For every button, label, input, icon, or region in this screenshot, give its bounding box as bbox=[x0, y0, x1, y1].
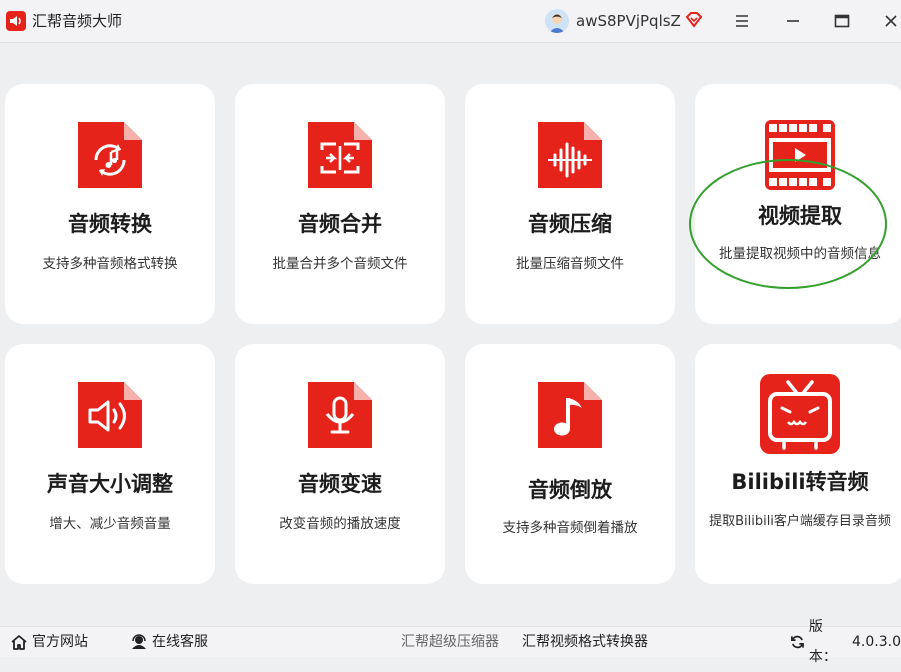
menu-icon bbox=[736, 15, 748, 27]
vip-diamond-icon[interactable] bbox=[684, 10, 704, 30]
card-title: 音频倒放 bbox=[528, 478, 612, 502]
maximize-icon bbox=[834, 14, 850, 28]
card-title: 音频变速 bbox=[298, 472, 382, 496]
close-button[interactable] bbox=[877, 7, 901, 35]
app-logo-icon bbox=[6, 11, 26, 31]
feature-grid: 音频转换 支持多种音频格式转换 音频合并 批量合并多个音频文件 音频压缩 批量压… bbox=[0, 42, 901, 626]
avatar[interactable] bbox=[545, 9, 569, 33]
bilibili-icon bbox=[760, 374, 840, 454]
card-desc: 增大、减少音频音量 bbox=[49, 516, 171, 532]
title-bar: 汇帮音频大师 awS8PVjPqlsZ bbox=[0, 0, 901, 43]
audio-compress-icon bbox=[538, 122, 602, 188]
card-title: 音频压缩 bbox=[528, 212, 612, 236]
video-extract-icon bbox=[765, 120, 835, 190]
version-info[interactable]: 版本： 4.0.3.0 bbox=[790, 619, 901, 665]
card-audio-speed[interactable]: 音频变速 改变音频的播放速度 bbox=[235, 344, 445, 584]
card-desc: 批量压缩音频文件 bbox=[516, 256, 624, 272]
home-icon bbox=[11, 635, 27, 650]
maximize-button[interactable] bbox=[828, 7, 856, 35]
app-title: 汇帮音频大师 bbox=[32, 12, 123, 30]
card-desc: 改变音频的播放速度 bbox=[279, 516, 401, 532]
version-label: 版本： bbox=[808, 619, 837, 665]
card-title: 音频转换 bbox=[68, 212, 152, 236]
version-number: 4.0.3.0 bbox=[852, 634, 901, 650]
official-website-label[interactable]: 官方网站 bbox=[32, 627, 88, 657]
super-compressor-label[interactable]: 汇帮超级压缩器 bbox=[401, 627, 499, 657]
card-desc: 支持多种音频格式转换 bbox=[42, 256, 178, 272]
audio-convert-icon bbox=[78, 122, 142, 188]
close-icon bbox=[885, 15, 897, 27]
card-title: 视频提取 bbox=[758, 204, 842, 228]
card-desc: 支持多种音频倒着播放 bbox=[502, 520, 638, 536]
card-audio-reverse[interactable]: 音频倒放 支持多种音频倒着播放 bbox=[465, 344, 675, 584]
menu-button[interactable] bbox=[728, 7, 756, 35]
headset-icon bbox=[132, 634, 146, 649]
card-desc: 批量合并多个音频文件 bbox=[272, 256, 408, 272]
card-audio-convert[interactable]: 音频转换 支持多种音频格式转换 bbox=[5, 84, 215, 324]
audio-speed-icon bbox=[308, 382, 372, 448]
card-title: 声音大小调整 bbox=[47, 472, 173, 496]
card-video-extract[interactable]: 视频提取 批量提取视频中的音频信息 bbox=[695, 84, 901, 324]
footer-bar: 官方网站 在线客服 汇帮超级压缩器 汇帮视频格式转换器 版本： 4.0.3.0 bbox=[0, 619, 901, 665]
card-title: Bilibili转音频 bbox=[731, 470, 869, 494]
video-converter-label[interactable]: 汇帮视频格式转换器 bbox=[522, 627, 648, 657]
volume-adjust-icon bbox=[78, 382, 142, 448]
video-converter-link[interactable]: 汇帮视频格式转换器 bbox=[522, 627, 648, 657]
official-website-link[interactable]: 官方网站 bbox=[10, 627, 88, 657]
card-title: 音频合并 bbox=[298, 212, 382, 236]
online-support-label[interactable]: 在线客服 bbox=[152, 627, 208, 657]
card-audio-merge[interactable]: 音频合并 批量合并多个音频文件 bbox=[235, 84, 445, 324]
minimize-button[interactable] bbox=[779, 7, 807, 35]
online-support-link[interactable]: 在线客服 bbox=[130, 627, 208, 657]
card-desc: 批量提取视频中的音频信息 bbox=[719, 246, 881, 262]
username[interactable]: awS8PVjPqlsZ bbox=[576, 11, 681, 31]
card-volume-adjust[interactable]: 声音大小调整 增大、减少音频音量 bbox=[5, 344, 215, 584]
super-compressor-link[interactable]: 汇帮超级压缩器 bbox=[401, 627, 499, 657]
minimize-icon bbox=[787, 20, 799, 22]
refresh-icon bbox=[791, 635, 804, 649]
card-bilibili[interactable]: Bilibili转音频 提取Bilibili客户端缓存目录音频 bbox=[695, 344, 901, 584]
card-audio-compress[interactable]: 音频压缩 批量压缩音频文件 bbox=[465, 84, 675, 324]
audio-reverse-icon bbox=[538, 382, 602, 448]
card-desc: 提取Bilibili客户端缓存目录音频 bbox=[709, 514, 891, 529]
audio-merge-icon bbox=[308, 122, 372, 188]
